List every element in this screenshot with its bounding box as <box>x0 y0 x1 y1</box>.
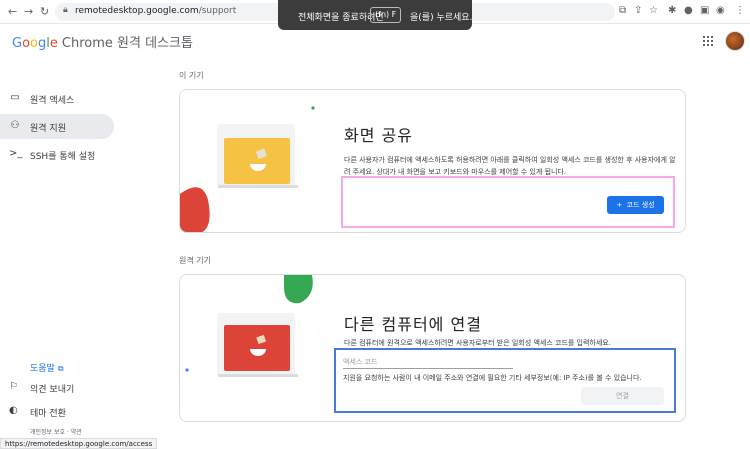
access-code-hint: 지원을 요청하는 사람이 내 이메일 주소와 연결에 필요한 기타 세부정보(예… <box>343 374 642 382</box>
back-icon[interactable]: ← <box>8 5 17 18</box>
share-icon[interactable]: ⇪ <box>634 5 642 16</box>
plus-icon: + <box>616 201 623 209</box>
logo-letter-o1: o <box>22 36 31 51</box>
open-in-app-icon[interactable]: ⧉ <box>619 5 626 16</box>
profile-avatar-small-icon[interactable]: ◉ <box>716 5 725 16</box>
status-bar-url: https://remotedesktop.google.com/access <box>0 438 158 449</box>
product-name: Chrome 원격 데스크톱 <box>61 36 193 51</box>
send-feedback-button[interactable]: ⚐ 의견 보내기 <box>0 378 120 398</box>
forward-icon[interactable]: → <box>24 5 33 18</box>
generate-code-label: 코드 생성 <box>626 201 655 209</box>
extensions-icon[interactable]: ✱ <box>668 5 676 16</box>
profile-g-icon[interactable]: ● <box>684 5 693 16</box>
sidebar-item-label: 원격 액세스 <box>30 96 75 106</box>
sidebar-item-label: SSH를 통해 설정 <box>30 152 96 162</box>
bookmark-star-icon[interactable]: ☆ <box>649 5 658 16</box>
terminal-icon: >_ <box>9 148 23 159</box>
section-label-remote-device: 원격 기기 <box>179 256 211 265</box>
sidebar: ▭ 원격 액세스 ⚇ 원격 지원 >_ SSH를 통해 설정 <box>0 86 120 170</box>
help-link[interactable]: 도움말 ⧉ <box>30 361 64 374</box>
browser-menu-icon[interactable]: ⋮ <box>735 5 745 16</box>
help-link-label: 도움말 <box>30 364 55 374</box>
theme-icon: ◐ <box>9 405 18 416</box>
sidebar-item-label: 원격 지원 <box>30 124 66 134</box>
logo-letter-g: G <box>12 36 23 51</box>
feedback-icon: ⚐ <box>9 381 18 392</box>
send-feedback-label: 의견 보내기 <box>30 385 75 395</box>
people-icon: ⚇ <box>10 120 20 131</box>
connect-title: 다른 컴퓨터에 연결 <box>344 315 482 334</box>
share-screen-title: 화면 공유 <box>344 126 413 145</box>
fullscreen-banner-text-after: 을(를) 누르세요. <box>410 13 473 23</box>
lock-icon: 🔒︎ <box>63 5 68 15</box>
connect-illustration <box>180 275 330 421</box>
url-path: /support <box>198 6 237 16</box>
url-text: remotedesktop.google.com/support <box>75 6 236 16</box>
access-code-input[interactable] <box>343 355 513 369</box>
section-label-this-device: 이 기기 <box>179 71 204 80</box>
sidebar-item-ssh-setup[interactable]: >_ SSH를 통해 설정 <box>0 142 114 167</box>
sidebar-item-remote-access[interactable]: ▭ 원격 액세스 <box>0 86 114 111</box>
share-screen-description: 다른 사용자가 컴퓨터에 액세스하도록 허용하려면 아래를 클릭하여 일회성 액… <box>344 156 676 176</box>
google-apps-icon[interactable] <box>703 36 713 46</box>
account-avatar[interactable] <box>725 31 745 51</box>
theme-toggle-label: 테마 전환 <box>30 409 66 419</box>
reload-icon[interactable]: ↻ <box>40 5 49 18</box>
external-link-icon: ⧉ <box>57 364 64 373</box>
footer-links[interactable]: 개인정보 보호 · 약관 <box>30 427 82 436</box>
app-logo[interactable]: Google Chrome 원격 데스크톱 <box>12 32 193 51</box>
app-header: Google Chrome 원격 데스크톱 <box>0 24 750 60</box>
url-host: remotedesktop.google.com <box>75 6 199 16</box>
logo-letter-o2: o <box>30 36 39 51</box>
generate-code-button[interactable]: + 코드 생성 <box>607 196 664 214</box>
fullscreen-banner-key: (fn) F <box>370 7 402 23</box>
sidepanel-icon[interactable]: ▣ <box>700 5 709 16</box>
sidebar-item-remote-support[interactable]: ⚇ 원격 지원 <box>0 114 114 139</box>
connect-button[interactable]: 연결 <box>581 387 664 405</box>
theme-toggle-button[interactable]: ◐ 테마 전환 <box>0 402 120 422</box>
share-screen-illustration <box>180 90 330 232</box>
laptop-icon: ▭ <box>10 92 20 103</box>
logo-letter-e: e <box>49 36 58 51</box>
